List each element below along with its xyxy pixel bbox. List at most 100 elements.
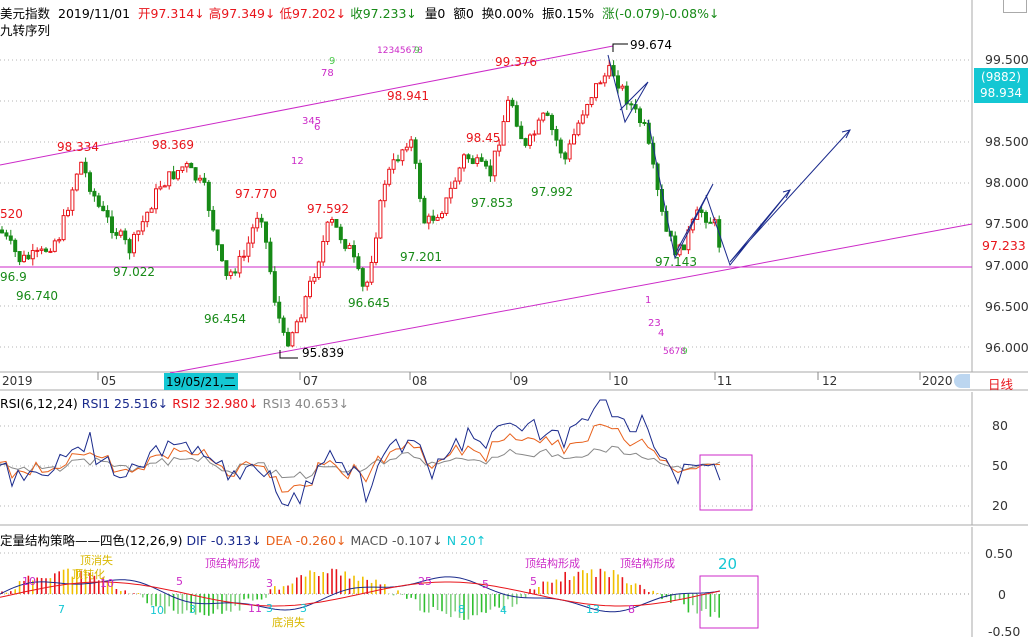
candle-body bbox=[550, 114, 554, 131]
macd-annotation: 顶结构形成 bbox=[525, 557, 580, 570]
candle-body bbox=[162, 185, 167, 188]
candle-body bbox=[48, 250, 53, 253]
rsi-lines bbox=[0, 399, 721, 507]
period-button[interactable]: 日线 bbox=[988, 374, 1013, 393]
macd-count: 3 bbox=[266, 602, 273, 615]
candle-body bbox=[206, 181, 211, 211]
candle-body bbox=[70, 189, 75, 211]
price-tick: 98.500 bbox=[985, 134, 1028, 149]
nine-mark: 78 bbox=[321, 68, 334, 79]
candle-body bbox=[466, 154, 471, 160]
candle-body bbox=[193, 167, 198, 181]
price-label: 98.334 bbox=[57, 140, 99, 154]
candle-body bbox=[268, 241, 273, 273]
macd-count: 5 bbox=[482, 578, 489, 591]
price-label: 98.369 bbox=[152, 138, 194, 152]
candle-body bbox=[541, 112, 546, 121]
candle-body bbox=[250, 227, 255, 244]
candle-body bbox=[356, 256, 361, 270]
date-label: 05 bbox=[101, 374, 117, 388]
candle-body bbox=[127, 239, 132, 254]
candle-body bbox=[189, 162, 194, 169]
date-label: 08 bbox=[412, 374, 428, 388]
candle-body bbox=[4, 232, 9, 237]
candle-body bbox=[453, 180, 458, 189]
macd-highlight-box bbox=[699, 575, 759, 629]
candle-body bbox=[110, 216, 114, 234]
candle-body bbox=[228, 271, 233, 277]
nine-mark: 6 bbox=[314, 122, 321, 133]
candle-body bbox=[30, 250, 35, 260]
macd-header: 定量结构策略——四色(12,26,9) DIF -0.313↓ DEA -0.2… bbox=[0, 530, 486, 549]
candle-body bbox=[35, 249, 40, 252]
macd-tick: 0.50 bbox=[985, 546, 1013, 561]
candle-body bbox=[444, 197, 449, 214]
price-box-code: (9882) bbox=[981, 70, 1021, 84]
candle-body bbox=[501, 121, 506, 146]
price-label: 95.839 bbox=[302, 346, 344, 360]
macd-count: 5 bbox=[530, 575, 537, 588]
candle-body bbox=[558, 139, 563, 154]
candle-body bbox=[484, 160, 488, 167]
candle-body bbox=[396, 159, 400, 162]
candle-body bbox=[369, 261, 374, 283]
settings-corner-box[interactable] bbox=[1003, 0, 1027, 13]
rsi-line-1 bbox=[0, 399, 721, 507]
macd-value: MACD -0.107↓ bbox=[350, 533, 443, 548]
dif-value: DIF -0.313↓ bbox=[186, 533, 262, 548]
price-label: 98.941 bbox=[387, 89, 429, 103]
dea-value: DEA -0.260↓ bbox=[265, 533, 347, 548]
price-label: 97.201 bbox=[400, 250, 442, 264]
candle-body bbox=[554, 129, 559, 141]
date-label: 11 bbox=[717, 374, 733, 388]
rsi1-value: RSI1 25.516↓ bbox=[81, 396, 169, 411]
candle-body bbox=[52, 240, 57, 252]
candle-body bbox=[158, 186, 163, 190]
candle-body bbox=[26, 254, 31, 260]
candle-body bbox=[198, 177, 202, 181]
candle-body bbox=[290, 332, 295, 347]
candle-body bbox=[180, 166, 185, 172]
candle-body bbox=[92, 190, 97, 197]
nine-mark: 9 bbox=[414, 46, 420, 56]
candle-body bbox=[176, 170, 180, 180]
candle-body bbox=[576, 122, 581, 136]
macd-count: 4 bbox=[500, 604, 507, 617]
candle-body bbox=[523, 138, 528, 146]
candle-body bbox=[624, 85, 629, 105]
candle-body bbox=[118, 230, 123, 236]
candle-body bbox=[233, 271, 238, 274]
current-price-label: 97.233 bbox=[982, 238, 1026, 253]
price-label: 97.853 bbox=[471, 196, 513, 210]
candle-body bbox=[642, 122, 647, 125]
candle-body bbox=[435, 216, 440, 221]
candle-body bbox=[391, 159, 396, 170]
candle-body bbox=[145, 211, 150, 223]
macd-count: 8 bbox=[628, 603, 635, 616]
price-label: 520 bbox=[0, 207, 23, 221]
candle-body bbox=[704, 211, 708, 223]
candle-body bbox=[44, 248, 48, 252]
candle-body bbox=[167, 171, 172, 187]
scroll-handle[interactable] bbox=[954, 374, 970, 388]
candle-body bbox=[470, 158, 475, 164]
macd-count: 3 bbox=[300, 602, 307, 615]
candle-body bbox=[202, 177, 207, 183]
price-label: 97.143 bbox=[655, 255, 697, 269]
candle-body bbox=[347, 245, 352, 249]
candle-body bbox=[246, 242, 251, 257]
candle-body bbox=[272, 271, 277, 303]
nine-mark: 1 bbox=[645, 295, 652, 306]
candle-body bbox=[404, 146, 409, 151]
candle-body bbox=[475, 157, 480, 164]
n-value: N 20↑ bbox=[446, 533, 487, 548]
macd-count: 11 bbox=[248, 602, 262, 615]
macd-count: 8 bbox=[458, 603, 465, 616]
candle-body bbox=[413, 139, 418, 164]
candle-body bbox=[286, 331, 290, 347]
candle-body bbox=[374, 237, 378, 263]
candle-body bbox=[699, 209, 704, 213]
candle-body bbox=[74, 173, 79, 191]
rsi-title: RSI(6,12,24) bbox=[0, 396, 78, 411]
candle-body bbox=[66, 209, 70, 217]
